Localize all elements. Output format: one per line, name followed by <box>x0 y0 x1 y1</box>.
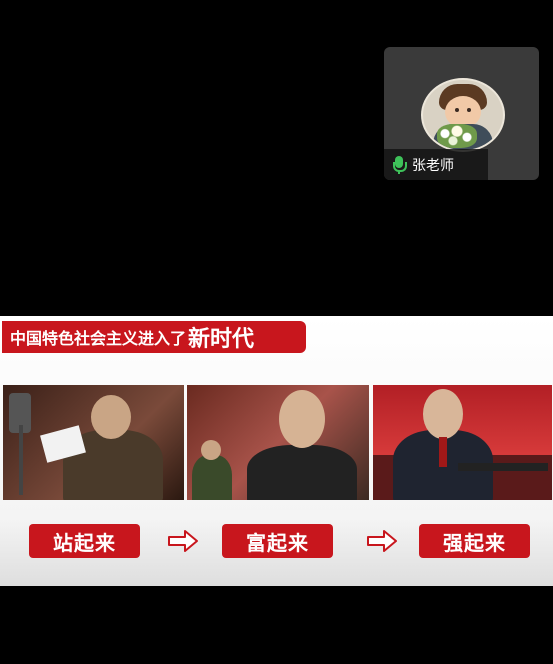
photo-grow-strong <box>373 385 552 500</box>
arrow-right-icon <box>367 530 397 552</box>
slide-title: 中国特色社会主义进入了 新时代 <box>2 321 306 353</box>
participant-name: 张老师 <box>412 157 454 174</box>
participant-name-bar: 张老师 <box>384 149 488 180</box>
stage-label-get-rich: 富起来 <box>222 524 333 558</box>
photo-stand-up <box>3 385 184 500</box>
slide-title-main: 中国特色社会主义进入了 <box>10 329 187 348</box>
microphone-icon[interactable] <box>392 155 407 174</box>
arrow-right-icon <box>168 530 198 552</box>
stage-label-grow-strong: 强起来 <box>419 524 530 558</box>
shared-slide: 中国特色社会主义进入了 新时代 站起来 富起来 强起来 <box>0 316 553 586</box>
slide-title-emphasis: 新时代 <box>188 327 255 352</box>
participant-tile[interactable]: 张老师 <box>384 47 539 180</box>
photo-get-rich <box>187 385 369 500</box>
participant-avatar <box>421 78 505 152</box>
stage-label-stand-up: 站起来 <box>29 524 140 558</box>
